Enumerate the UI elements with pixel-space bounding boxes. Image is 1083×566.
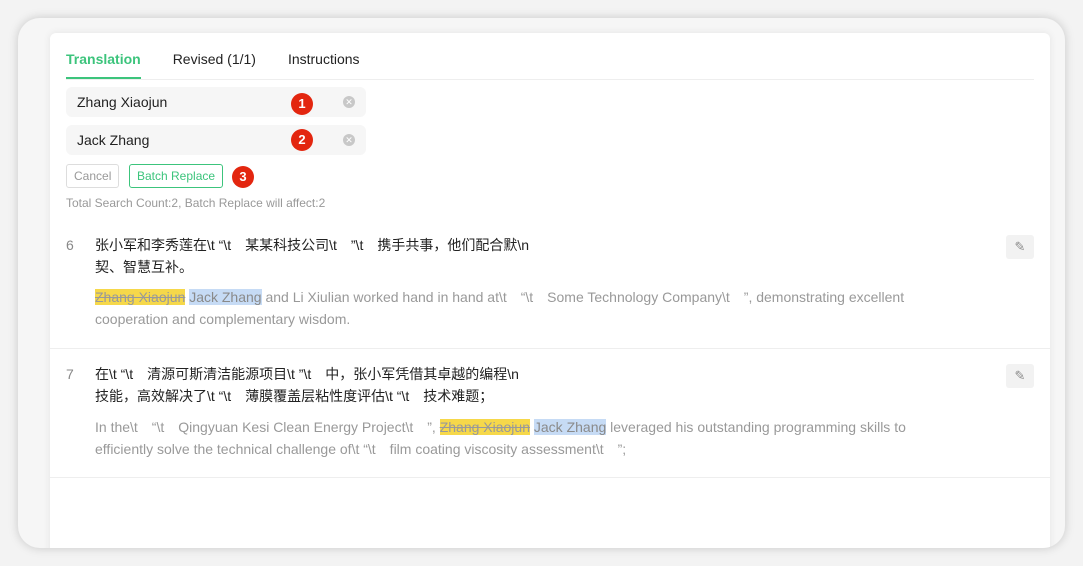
find-input[interactable]: Zhang Xiaojun ✕ — [66, 87, 366, 117]
segment-row: 6 张小军和李秀莲在\t “\t 某某科技公司\t ”\t 携手共事，他们配合默… — [50, 223, 1050, 349]
find-value: Zhang Xiaojun — [77, 94, 168, 110]
tab-revised[interactable]: Revised (1/1) — [173, 51, 256, 79]
search-status: Total Search Count:2, Batch Replace will… — [66, 196, 326, 210]
app-window: Translation Revised (1/1) Instructions Z… — [18, 18, 1065, 548]
cancel-button[interactable]: Cancel — [66, 164, 120, 188]
source-line: 技能，高效解决了\t “\t 薄膜覆盖层粘性度评估\t “\t 技术难题； — [95, 388, 494, 404]
segment-number: 6 — [66, 237, 74, 253]
source-text: 张小军和李秀莲在\t “\t 某某科技公司\t ”\t 携手共事，他们配合默\n… — [95, 234, 565, 278]
tab-bar: Translation Revised (1/1) Instructions — [66, 33, 1034, 80]
segment-number: 7 — [66, 366, 74, 382]
old-match: Zhang Xiaojun — [439, 419, 530, 435]
edit-icon[interactable]: ✎ — [1006, 235, 1034, 259]
target-text[interactable]: Zhang Xiaojun Jack Zhang and Li Xiulian … — [95, 286, 975, 330]
clear-icon[interactable]: ✕ — [343, 134, 355, 146]
callout-badge-3: 3 — [232, 166, 254, 188]
source-line: 契、智慧互补。 — [95, 259, 193, 275]
target-text[interactable]: In the\t “\t Qingyuan Kesi Clean Energy … — [95, 416, 955, 460]
source-text: 在\t “\t 清源可斯清洁能源项目\t ”\t 中，张小军凭借其卓越的编程\n… — [95, 363, 565, 407]
edit-icon[interactable]: ✎ — [1006, 364, 1034, 388]
new-replacement: Jack Zhang — [533, 419, 607, 435]
tab-instructions[interactable]: Instructions — [288, 51, 360, 79]
source-line: 在\t “\t 清源可斯清洁能源项目\t ”\t 中，张小军凭借其卓越的编程\n — [95, 366, 519, 382]
replace-input[interactable]: Jack Zhang ✕ — [66, 125, 366, 155]
clear-icon[interactable]: ✕ — [343, 96, 355, 108]
segment-row: 7 在\t “\t 清源可斯清洁能源项目\t ”\t 中，张小军凭借其卓越的编程… — [50, 349, 1050, 478]
callout-badge-1: 1 — [291, 93, 313, 115]
replace-value: Jack Zhang — [77, 132, 150, 148]
target-part: In the\t “\t Qingyuan Kesi Clean Energy … — [95, 419, 440, 435]
tab-translation[interactable]: Translation — [66, 51, 141, 79]
translation-panel: Translation Revised (1/1) Instructions Z… — [50, 33, 1050, 548]
new-replacement: Jack Zhang — [189, 289, 262, 305]
old-match: Zhang Xiaojun — [95, 289, 186, 305]
source-line: 张小军和李秀莲在\t “\t 某某科技公司\t ”\t 携手共事，他们配合默\n — [95, 237, 530, 253]
callout-badge-2: 2 — [291, 129, 313, 151]
batch-replace-button[interactable]: Batch Replace — [129, 164, 224, 188]
